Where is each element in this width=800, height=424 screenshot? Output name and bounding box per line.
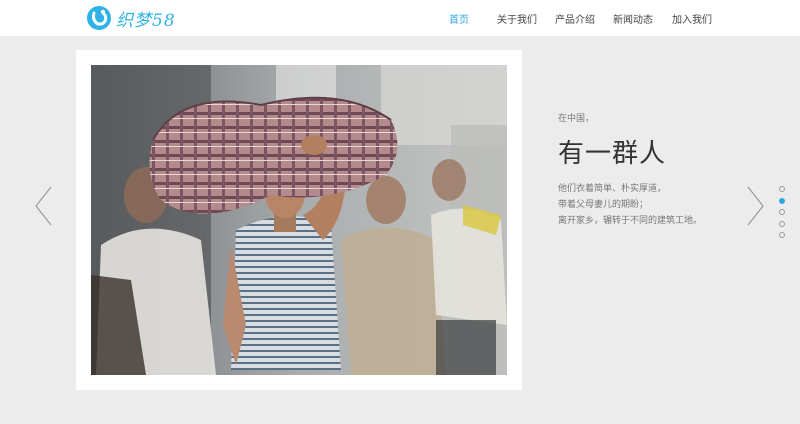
slider-next-button[interactable] (745, 186, 765, 226)
slide-description: 他们衣着简单、朴实厚道， 带着父母妻儿的期盼； 离开家乡，辗转于不同的建筑工地。 (558, 181, 758, 229)
site-header: 织梦58 首页 关于我们 产品介绍 新闻动态 加入我们 (0, 0, 800, 36)
slider-dot[interactable] (779, 186, 785, 192)
migrant-worker-photo (91, 65, 507, 375)
slider-prev-button[interactable] (34, 186, 54, 226)
main-nav: 首页 关于我们 产品介绍 新闻动态 加入我们 (0, 0, 800, 36)
slide-headline: 有一群人 (558, 139, 667, 169)
nav-item-products[interactable]: 产品介绍 (555, 11, 595, 26)
nav-item-about[interactable]: 关于我们 (497, 11, 537, 26)
slide-caption: 在中国， 有一群人 他们衣着简单、朴实厚道， 带着父母妻儿的期盼； 离开家乡，辗… (558, 111, 758, 229)
slide-description-line: 离开家乡，辗转于不同的建筑工地。 (558, 216, 703, 226)
slider-pagination (779, 186, 787, 244)
slide-description-line: 带着父母妻儿的期盼； (558, 200, 649, 210)
slide-photo (91, 65, 507, 375)
slide-kicker: 在中国， (558, 114, 595, 124)
slider-dot[interactable] (779, 220, 785, 227)
slider-dot-active[interactable] (779, 197, 785, 204)
slide-description-line: 他们衣着简单、朴实厚道， (558, 184, 667, 194)
nav-item-news[interactable]: 新闻动态 (613, 11, 653, 26)
chevron-right-icon (747, 186, 764, 226)
slider-dot[interactable] (779, 209, 785, 215)
photo-frame (76, 50, 522, 390)
nav-item-home[interactable]: 首页 (449, 11, 469, 26)
hero-slider: 在中国， 有一群人 他们衣着简单、朴实厚道， 带着父母妻儿的期盼； 离开家乡，辗… (0, 36, 800, 424)
chevron-left-icon (35, 186, 52, 226)
nav-item-join[interactable]: 加入我们 (672, 11, 712, 26)
slider-dot[interactable] (779, 232, 785, 238)
